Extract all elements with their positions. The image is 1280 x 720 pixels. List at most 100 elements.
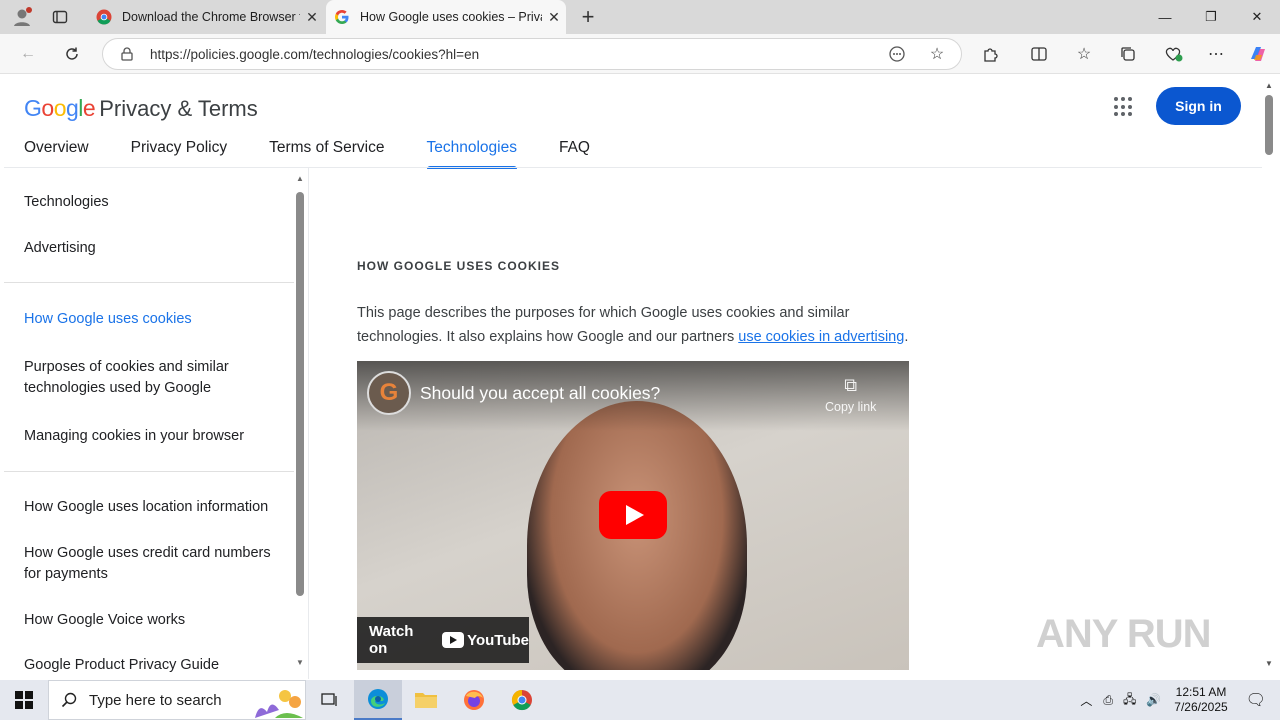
clock[interactable]: 12:51 AM 7/26/2025 <box>1174 685 1227 715</box>
minimize-icon[interactable]: — <box>1142 0 1188 34</box>
anyrun-watermark: ANY RUN <box>1036 612 1212 656</box>
profile-icon[interactable] <box>10 5 34 29</box>
youtube-icon <box>442 632 465 648</box>
tab-google-cookies[interactable]: How Google uses cookies – Privacy ✕ <box>326 0 566 34</box>
volume-icon[interactable]: 🔊 <box>1146 693 1161 707</box>
taskbar: Type here to search ︿ ⎙ 🖧 🔊 12:51 AM 7/2… <box>0 680 1280 720</box>
notifications-icon[interactable]: 🗨 <box>1246 690 1266 710</box>
clock-time: 12:51 AM <box>1175 685 1227 699</box>
video-title[interactable]: Should you accept all cookies? <box>420 383 660 404</box>
url-text: https://policies.google.com/technologies… <box>150 47 480 62</box>
scroll-up-arrow-icon[interactable]: ▲ <box>296 174 304 183</box>
split-screen-icon[interactable] <box>1027 42 1051 66</box>
tab-strip: Download the Chrome Browser for ✕ How Go… <box>0 0 1280 34</box>
sidebar-divider <box>4 471 294 472</box>
task-view-icon[interactable] <box>306 680 354 720</box>
search-placeholder: Type here to search <box>89 691 222 709</box>
favorite-star-icon[interactable]: ☆ <box>925 42 949 66</box>
favorites-icon[interactable]: ☆ <box>1072 42 1096 66</box>
cookies-in-advertising-link[interactable]: use cookies in advertising <box>738 329 904 345</box>
play-button[interactable] <box>599 491 667 539</box>
nav-technologies[interactable]: Technologies <box>426 139 518 169</box>
sidebar-item-cookies[interactable]: How Google uses cookies <box>24 309 279 330</box>
intro-paragraph: This page describes the purposes for whi… <box>357 301 917 349</box>
youtube-wordmark: YouTube <box>467 631 529 649</box>
tab-title: Download the Chrome Browser for <box>122 10 300 24</box>
show-hidden-icons-icon[interactable]: ︿ <box>1080 692 1092 709</box>
search-icon <box>61 692 77 708</box>
sidebar-item-cookie-purposes[interactable]: Purposes of cookies and similar technolo… <box>24 357 279 399</box>
more-menu-icon[interactable]: ⋯ <box>1204 42 1228 66</box>
firefox-icon[interactable] <box>450 680 498 720</box>
device-icon[interactable]: ⎙ <box>1103 693 1113 708</box>
watch-on-label: Watch on <box>369 623 414 657</box>
logo-suffix: Privacy & Terms <box>99 96 258 121</box>
close-window-icon[interactable]: ✕ <box>1234 0 1280 34</box>
copy-link-label: Copy link <box>825 400 877 414</box>
scroll-down-arrow-icon[interactable]: ▼ <box>296 658 304 667</box>
reader-icon[interactable] <box>885 42 909 66</box>
sidebar-item-google-voice[interactable]: How Google Voice works <box>24 610 279 631</box>
extensions-icon[interactable] <box>979 42 1003 66</box>
page-scroll-down-icon[interactable]: ▼ <box>1265 659 1273 668</box>
copy-link-button[interactable]: ⧉ Copy link <box>825 375 876 414</box>
nav-terms-of-service[interactable]: Terms of Service <box>269 139 384 169</box>
tab-chrome-download[interactable]: Download the Chrome Browser for ✕ <box>88 0 324 34</box>
nav-overview[interactable]: Overview <box>24 139 89 169</box>
sidebar-scroll-thumb[interactable] <box>296 192 304 596</box>
page-scroll-thumb[interactable] <box>1265 95 1273 155</box>
privacy-terms-logo[interactable]: Google Privacy & Terms <box>24 95 258 122</box>
taskbar-search[interactable]: Type here to search <box>48 680 306 720</box>
sidebar-item-location[interactable]: How Google uses location information <box>24 497 279 518</box>
site-info-icon[interactable] <box>115 42 139 66</box>
watch-on-youtube-button[interactable]: Watch on YouTube <box>357 617 529 663</box>
restore-icon[interactable]: ❐ <box>1188 0 1234 34</box>
youtube-video-embed[interactable]: G Should you accept all cookies? ⧉ Copy … <box>357 361 909 670</box>
google-apps-icon[interactable] <box>1114 97 1134 117</box>
clock-date: 7/26/2025 <box>1174 700 1228 714</box>
edge-taskbar-icon[interactable] <box>354 680 402 720</box>
nav-privacy-policy[interactable]: Privacy Policy <box>131 139 227 169</box>
system-tray: ︿ ⎙ 🖧 🔊 12:51 AM 7/26/2025 🗨 <box>1074 680 1280 720</box>
windows-icon <box>15 691 33 709</box>
sidebar: Technologies Advertising How Google uses… <box>4 168 309 679</box>
copy-icon: ⧉ <box>844 375 858 395</box>
network-icon[interactable]: 🖧 <box>1123 690 1136 711</box>
nav-faq[interactable]: FAQ <box>559 139 590 169</box>
page-scrollbar[interactable]: ▲ ▼ <box>1262 75 1276 679</box>
youtube-logo: YouTube <box>442 632 529 649</box>
google-logo: Google <box>24 95 96 121</box>
web-page: Google Privacy & Terms Sign in Overview P… <box>4 75 1262 679</box>
tab-title: How Google uses cookies – Privacy <box>360 10 542 24</box>
start-button[interactable] <box>0 680 48 720</box>
chrome-icon <box>96 9 112 25</box>
sign-in-button[interactable]: Sign in <box>1156 87 1241 125</box>
sidebar-item-technologies[interactable]: Technologies <box>24 192 279 213</box>
sidebar-item-managing-cookies[interactable]: Managing cookies in your browser <box>24 426 279 447</box>
main-nav: Overview Privacy Policy Terms of Service… <box>24 139 590 169</box>
file-explorer-icon[interactable] <box>402 680 450 720</box>
sidebar-item-credit-card[interactable]: How Google uses credit card numbers for … <box>24 543 279 585</box>
search-highlight-icon <box>255 690 303 718</box>
close-tab-icon[interactable]: ✕ <box>542 9 566 26</box>
page-scroll-up-icon[interactable]: ▲ <box>1265 81 1273 90</box>
browser-essentials-icon[interactable] <box>1161 42 1185 66</box>
sidebar-divider <box>4 282 294 283</box>
refresh-icon[interactable] <box>60 42 84 66</box>
copilot-icon[interactable] <box>1246 42 1270 66</box>
browser-toolbar: ← https://policies.google.com/technologi… <box>0 34 1280 74</box>
google-g-icon <box>335 10 349 24</box>
close-tab-icon[interactable]: ✕ <box>300 9 324 26</box>
chrome-taskbar-icon[interactable] <box>498 680 546 720</box>
address-bar[interactable]: https://policies.google.com/technologies… <box>102 38 962 70</box>
sidebar-item-product-privacy-guide[interactable]: Google Product Privacy Guide <box>24 655 279 676</box>
new-tab-icon[interactable]: + <box>576 4 600 29</box>
back-icon[interactable]: ← <box>16 42 40 66</box>
tab-actions-icon[interactable] <box>48 5 72 29</box>
intro-text-end: . <box>904 329 909 345</box>
channel-avatar[interactable]: G <box>367 371 411 415</box>
page-kicker: HOW GOOGLE USES COOKIES <box>357 259 561 273</box>
sidebar-scrollbar[interactable]: ▲ ▼ <box>294 168 308 679</box>
sidebar-item-advertising[interactable]: Advertising <box>24 238 279 259</box>
collections-icon[interactable] <box>1116 42 1140 66</box>
